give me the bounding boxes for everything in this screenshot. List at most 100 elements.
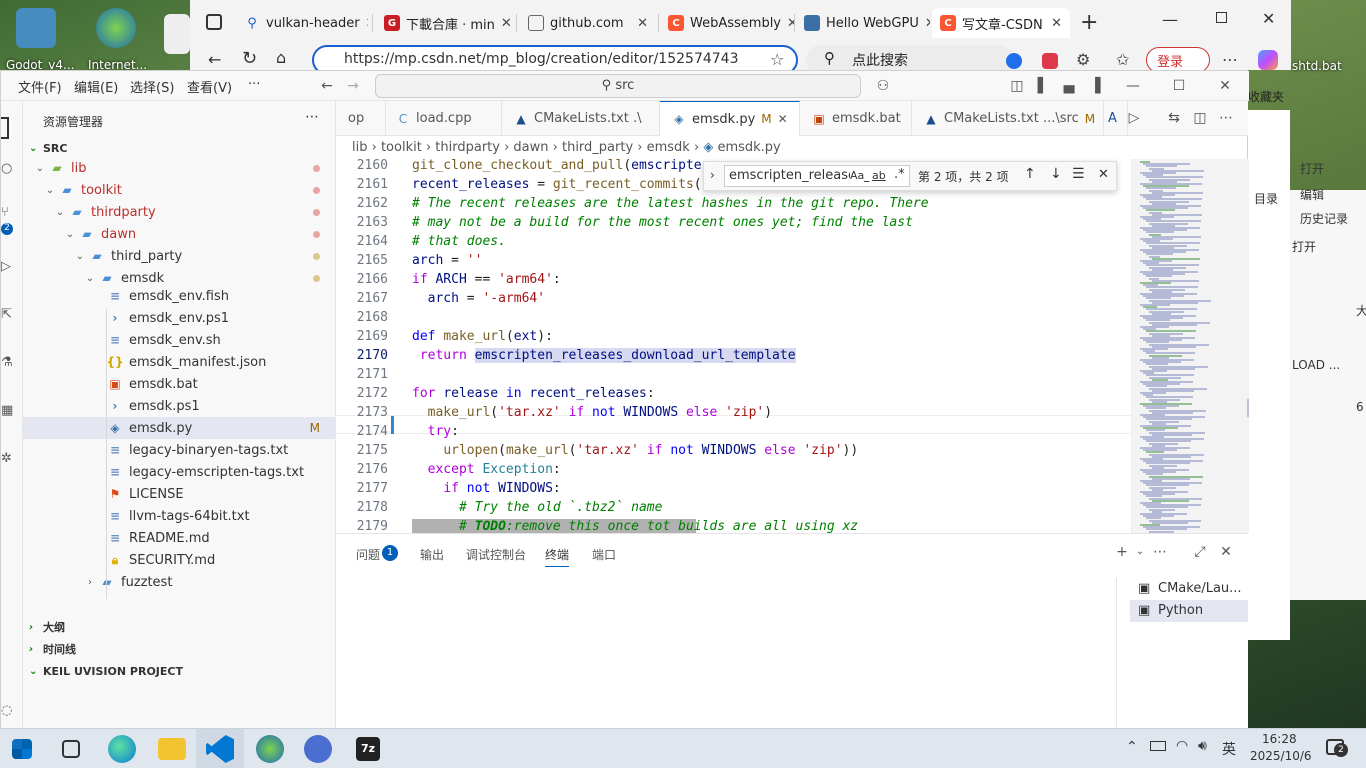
- tree-item[interactable]: › emsdk.ps1: [23, 395, 336, 417]
- chevron-right-icon[interactable]: ›: [83, 577, 97, 588]
- run-icon[interactable]: ▷: [1126, 110, 1142, 126]
- 7zip-icon[interactable]: 7z: [356, 737, 380, 761]
- extensions-icon[interactable]: ▦: [1, 403, 17, 419]
- tree-item[interactable]: 🔒︎ SECURITY.md: [23, 549, 336, 571]
- tree-item[interactable]: ≡ legacy-binaryen-tags.txt: [23, 439, 336, 461]
- tree-item[interactable]: ≡ README.md: [23, 527, 336, 549]
- tab-cmakelists-src[interactable]: ▲ CMakeLists.txt ...\src M: [912, 101, 1104, 136]
- new-terminal-icon[interactable]: +: [1114, 544, 1130, 560]
- toggle-panel-icon[interactable]: ▄: [1061, 78, 1077, 94]
- tab-output[interactable]: 输出: [420, 546, 444, 563]
- tree-item[interactable]: ≡ legacy-emscripten-tags.txt: [23, 461, 336, 483]
- forward-icon[interactable]: →: [345, 78, 361, 94]
- more-actions-icon[interactable]: ⋯: [1218, 110, 1234, 126]
- file-explorer-icon[interactable]: [158, 738, 186, 760]
- maximize-panel-icon[interactable]: ⤢: [1192, 544, 1208, 560]
- browser-tab[interactable]: ⚲ vulkan-header ✕: [236, 8, 368, 38]
- menu-selection[interactable]: 选择(S): [130, 77, 174, 96]
- copilot-icon[interactable]: ⚇: [875, 78, 891, 94]
- find-in-selection-icon[interactable]: ☰: [1072, 166, 1085, 182]
- layout-icon[interactable]: ◫: [1009, 78, 1025, 94]
- browser-tab[interactable]: G 下載合庫 · min ✕: [376, 8, 514, 38]
- chevron-down-icon[interactable]: ⌄: [83, 273, 97, 284]
- browser-tab-active[interactable]: C 写文章-CSDN ✕: [932, 8, 1070, 38]
- breadcrumb-item[interactable]: emsdk: [647, 140, 690, 155]
- tab-ports[interactable]: 端口: [592, 546, 616, 563]
- browser-tab[interactable]: Hello WebGPU ✕: [796, 8, 930, 38]
- app-icon[interactable]: [304, 735, 332, 763]
- tab-load-cpp[interactable]: Cload.cpp: [384, 101, 502, 136]
- csdn-load-item[interactable]: LOAD ...: [1292, 358, 1340, 372]
- task-view-icon[interactable]: [62, 740, 80, 758]
- tree-item[interactable]: {} emsdk_manifest.json: [23, 351, 336, 373]
- minimize-button[interactable]: —: [1162, 10, 1178, 29]
- tree-item[interactable]: ⌄ ▰ toolkit: [23, 179, 336, 201]
- maximize-button[interactable]: [1216, 12, 1227, 23]
- internet-download-icon[interactable]: [256, 735, 284, 763]
- clock-time[interactable]: 16:28: [1262, 732, 1297, 746]
- match-case-icon[interactable]: Aa: [850, 169, 865, 182]
- remote-icon[interactable]: ⇱: [1, 307, 17, 323]
- close-icon[interactable]: ✕: [366, 16, 368, 31]
- breadcrumb-item[interactable]: emsdk.py: [717, 140, 780, 155]
- volume-icon[interactable]: 🔊︎: [1198, 738, 1207, 754]
- godot-desktop-icon[interactable]: [16, 8, 56, 48]
- copilot-icon[interactable]: [1258, 50, 1278, 70]
- close-icon[interactable]: ✕: [787, 16, 794, 31]
- chevron-down-icon[interactable]: ⌄: [73, 251, 87, 262]
- compare-icon[interactable]: ⇆: [1166, 110, 1182, 126]
- tree-item[interactable]: ≡ emsdk_env.fish: [23, 285, 336, 307]
- source-control-icon[interactable]: ⑂: [1, 205, 17, 221]
- toggle-sidebar-icon[interactable]: ▌: [1035, 78, 1051, 94]
- extensions-icon[interactable]: ⚙: [1076, 50, 1090, 69]
- close-button[interactable]: ✕: [1262, 9, 1275, 28]
- tab-problems[interactable]: 问题: [356, 546, 380, 563]
- timeline-section[interactable]: › 时间线: [23, 638, 336, 660]
- menu-file[interactable]: 文件(F): [18, 77, 62, 96]
- editor-scrollbar[interactable]: [1235, 161, 1247, 533]
- regex-icon[interactable]: .*: [894, 167, 905, 182]
- csdn-toc-item[interactable]: 目录: [1254, 190, 1278, 207]
- test-icon[interactable]: ⚗: [1, 355, 17, 371]
- tree-item[interactable]: › emsdk_env.ps1: [23, 307, 336, 329]
- back-icon[interactable]: ←: [208, 50, 221, 69]
- clock-date[interactable]: 2025/10/6: [1250, 749, 1312, 763]
- terminal-item-python[interactable]: ▣ Python: [1130, 600, 1248, 622]
- tree-item[interactable]: ▣ emsdk.bat: [23, 373, 336, 395]
- favorite-star-icon[interactable]: ☆: [770, 50, 784, 69]
- tab-op[interactable]: op: [336, 101, 386, 136]
- chevron-down-icon[interactable]: ⌄: [53, 207, 67, 218]
- tab-emsdk-bat[interactable]: ▣ emsdk.bat: [800, 101, 912, 136]
- internet-desktop-icon[interactable]: [96, 8, 136, 48]
- close-panel-icon[interactable]: ✕: [1218, 544, 1234, 560]
- extension-icon[interactable]: [1042, 53, 1058, 69]
- minimize-button[interactable]: —: [1125, 78, 1141, 94]
- breadcrumb-item[interactable]: toolkit: [381, 140, 422, 155]
- breadcrumb-item[interactable]: third_party: [562, 140, 633, 155]
- close-icon[interactable]: ✕: [925, 16, 930, 31]
- tab-cmakelists[interactable]: ▲ CMakeLists.txt .\: [502, 101, 660, 136]
- explorer-icon[interactable]: [1, 117, 9, 139]
- edge-icon[interactable]: [108, 735, 136, 763]
- tab-terminal[interactable]: 终端: [545, 546, 570, 567]
- tab-debug-console[interactable]: 调试控制台: [466, 546, 526, 563]
- more-actions-icon[interactable]: ⋯: [305, 109, 319, 125]
- tree-item[interactable]: ◈ emsdk.py M: [23, 417, 336, 439]
- start-icon[interactable]: [12, 739, 32, 759]
- favorites-icon[interactable]: ✩: [1116, 50, 1129, 69]
- tree-item[interactable]: ≡ llvm-tags-64bit.txt: [23, 505, 336, 527]
- menu-view[interactable]: 查看(V): [187, 77, 232, 96]
- keil-section[interactable]: ⌄ KEIL UVISION PROJECT: [23, 660, 336, 682]
- chevron-down-icon[interactable]: ⌄: [1132, 544, 1148, 560]
- more-actions-icon[interactable]: ⋯: [1152, 544, 1168, 560]
- app-desktop-icon[interactable]: [164, 14, 190, 54]
- code-editor[interactable]: 2160 2161 2162 2163 2164 2165 2166 2167 2168 2169…: [336, 159, 1131, 533]
- battery-icon[interactable]: [1150, 741, 1166, 751]
- tree-item[interactable]: ⌄ ▰ dawn: [23, 223, 336, 245]
- extension-icon[interactable]: [1006, 53, 1022, 69]
- whole-word-icon[interactable]: ab: [872, 169, 886, 182]
- accounts-icon[interactable]: ◌: [1, 703, 17, 719]
- maximize-button[interactable]: ☐: [1171, 78, 1187, 94]
- tab-emsdk-py[interactable]: ◈ emsdk.py M ✕: [660, 101, 800, 136]
- chevron-down-icon[interactable]: ⌄: [33, 163, 47, 174]
